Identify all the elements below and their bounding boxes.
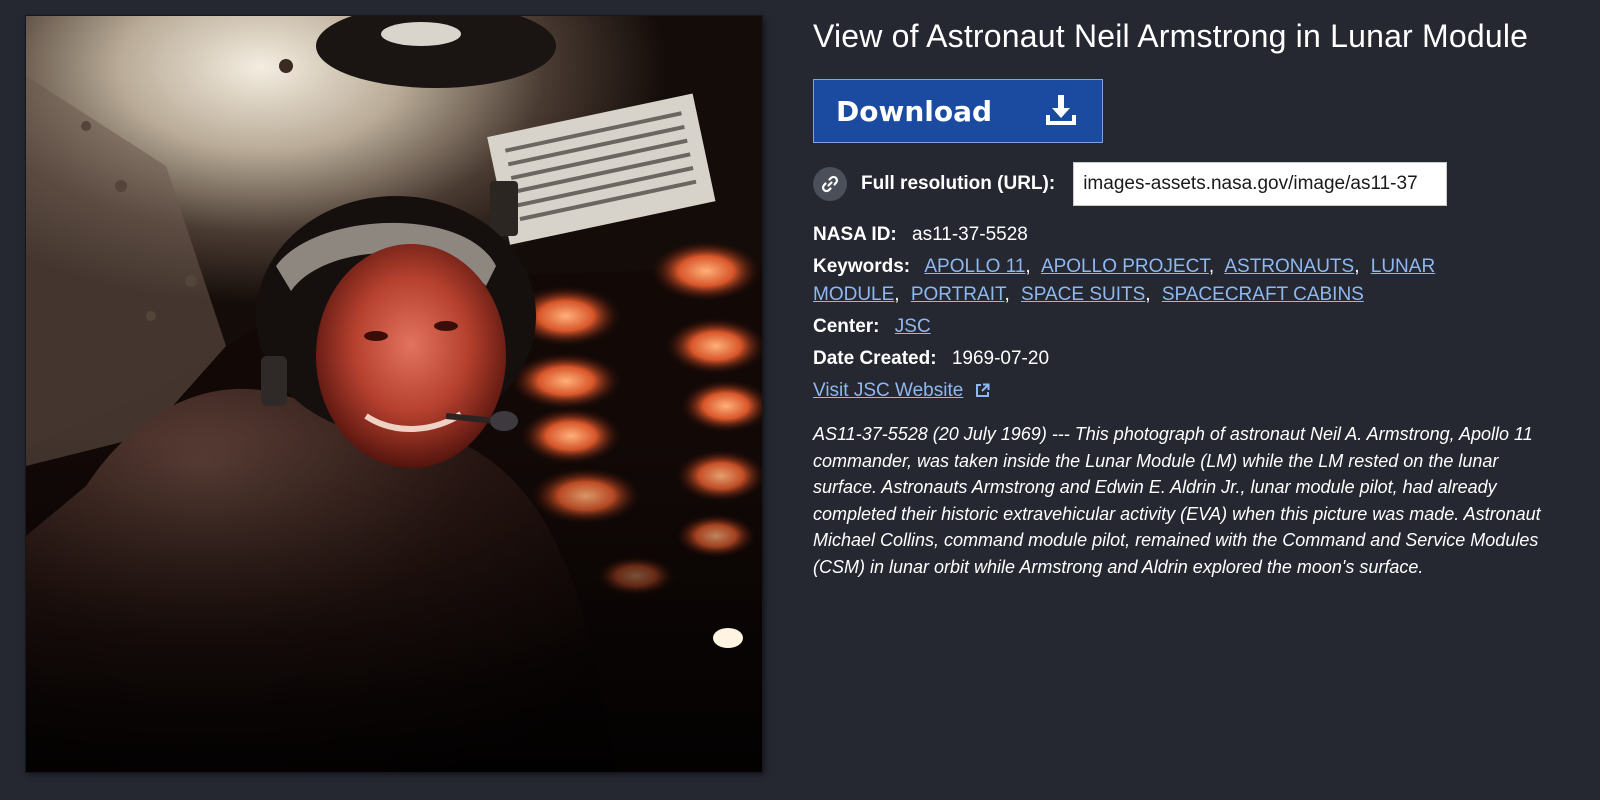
keyword-link[interactable]: APOLLO PROJECT xyxy=(1041,256,1209,277)
download-icon xyxy=(1046,93,1076,130)
nasa-id-value: as11-37-5528 xyxy=(912,224,1028,245)
link-icon xyxy=(813,167,847,201)
center-label: Center: xyxy=(813,316,880,337)
full-resolution-url-field[interactable] xyxy=(1073,162,1448,206)
keyword-separator: , xyxy=(1025,256,1031,277)
center-row: Center: JSC xyxy=(813,313,1573,341)
full-resolution-label: Full resolution (URL): xyxy=(861,173,1056,194)
image-description: AS11-37-5528 (20 July 1969) --- This pho… xyxy=(813,424,1541,577)
page-title: View of Astronaut Neil Armstrong in Luna… xyxy=(813,18,1529,54)
keyword-link[interactable]: APOLLO 11 xyxy=(924,256,1025,277)
keywords-label: Keywords: xyxy=(813,256,911,277)
date-created-value: 1969-07-20 xyxy=(951,348,1050,369)
keyword-link[interactable]: PORTRAIT xyxy=(911,284,1005,305)
metadata: NASA ID: as11-37-5528 Keywords: APOLLO 1… xyxy=(813,221,1573,407)
visit-website-link[interactable]: Visit JSC Website xyxy=(813,380,963,401)
keyword-separator: , xyxy=(1145,284,1151,305)
visit-website-label: Visit JSC Website xyxy=(813,380,964,401)
astronaut-photo[interactable] xyxy=(26,16,762,772)
center-link[interactable]: JSC xyxy=(895,316,931,337)
download-button[interactable]: Download xyxy=(813,79,1103,143)
keyword-link[interactable]: SPACECRAFT CABINS xyxy=(1162,284,1364,305)
date-created-label: Date Created: xyxy=(813,348,937,369)
date-created-row: Date Created: 1969-07-20 xyxy=(813,345,1573,373)
keywords-row: Keywords: APOLLO 11, APOLLO PROJECT, AST… xyxy=(813,253,1493,309)
full-resolution-row: Full resolution (URL): xyxy=(813,161,1573,207)
keyword-link[interactable]: SPACE SUITS xyxy=(1021,284,1145,305)
nasa-id-row: NASA ID: as11-37-5528 xyxy=(813,221,1573,249)
keyword-separator: , xyxy=(1004,284,1010,305)
external-link-icon xyxy=(975,379,990,407)
website-row: Visit JSC Website xyxy=(813,377,1573,407)
astronaut-photo-image xyxy=(26,16,762,772)
download-label: Download xyxy=(836,94,993,128)
keyword-link[interactable]: ASTRONAUTS xyxy=(1224,256,1354,277)
keyword-separator: , xyxy=(1354,256,1360,277)
image-detail-page: View of Astronaut Neil Armstrong in Luna… xyxy=(0,0,1600,800)
keyword-separator: , xyxy=(1208,256,1215,277)
image-details: View of Astronaut Neil Armstrong in Luna… xyxy=(813,16,1573,598)
keyword-separator: , xyxy=(894,284,900,305)
nasa-id-label: NASA ID: xyxy=(813,224,897,245)
